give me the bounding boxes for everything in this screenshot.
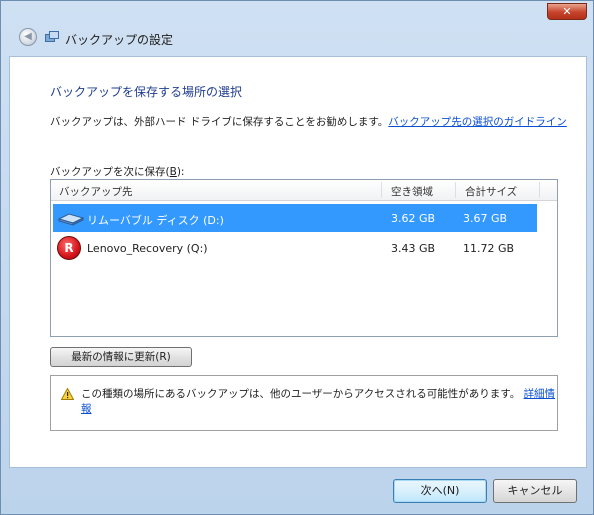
recovery-drive-icon: R xyxy=(57,236,81,260)
close-button[interactable]: ✕ xyxy=(547,3,587,20)
row-name: Lenovo_Recovery (Q:) xyxy=(87,242,208,255)
row-total-size: 3.67 GB xyxy=(463,212,508,225)
row-total-size: 11.72 GB xyxy=(463,242,515,255)
intro-text: バックアップは、外部ハード ドライブに保存することをお勧めします。バックアップ先… xyxy=(50,114,567,129)
destination-list-label: バックアップを次に保存(B): xyxy=(50,164,184,179)
intro-text-body: バックアップは、外部ハード ドライブに保存することをお勧めします。 xyxy=(50,116,389,128)
row-free-space: 3.43 GB xyxy=(391,242,436,255)
list-label-suffix: ): xyxy=(176,166,185,178)
warning-message: この種類の場所にあるバックアップは、他のユーザーからアクセスされる可能性がありま… xyxy=(81,386,557,416)
column-header-total-size[interactable]: 合計サイズ xyxy=(465,184,517,199)
column-header-free-space[interactable]: 空き領域 xyxy=(391,184,433,199)
column-separator xyxy=(381,182,382,198)
list-row-removable-disk[interactable]: リムーバブル ディスク (D:) 3.62 GB 3.67 GB xyxy=(53,204,537,232)
row-name: リムーバブル ディスク (D:) xyxy=(87,214,224,227)
close-icon: ✕ xyxy=(562,5,572,18)
list-header: バックアップ先 空き領域 合計サイズ xyxy=(51,180,557,201)
back-arrow-icon: ◀ xyxy=(24,31,32,42)
destination-list[interactable]: バックアップ先 空き領域 合計サイズ リムーバブル ディスク (D:) 3.62… xyxy=(50,179,558,337)
backup-settings-window: ✕ ◀ バックアップの設定 バックアップを保存する場所の選択 バックアップは、外… xyxy=(0,0,594,515)
back-button[interactable]: ◀ xyxy=(19,28,37,46)
window-title: バックアップの設定 xyxy=(65,33,174,47)
column-header-destination[interactable]: バックアップ先 xyxy=(59,184,133,199)
content-area: バックアップを保存する場所の選択 バックアップは、外部ハード ドライブに保存する… xyxy=(9,56,587,468)
cancel-button[interactable]: キャンセル xyxy=(493,479,577,503)
column-separator xyxy=(455,182,456,198)
list-row-recovery[interactable]: R Lenovo_Recovery (Q:) 3.43 GB 11.72 GB xyxy=(53,234,537,262)
guidelines-link[interactable]: バックアップ先の選択のガイドライン xyxy=(388,116,567,128)
page-heading: バックアップを保存する場所の選択 xyxy=(50,85,243,99)
warning-text: この種類の場所にあるバックアップは、他のユーザーからアクセスされる可能性がありま… xyxy=(81,388,521,400)
row-free-space: 3.62 GB xyxy=(391,212,436,225)
list-label-prefix: バックアップを次に保存( xyxy=(50,166,170,178)
refresh-button[interactable]: 最新の情報に更新(R) xyxy=(50,347,192,367)
next-button[interactable]: 次へ(N) xyxy=(393,479,487,503)
removable-disk-icon xyxy=(57,213,85,226)
column-separator xyxy=(539,182,540,198)
title-bar: ◀ バックアップの設定 xyxy=(1,23,593,53)
list-label-accelerator: B xyxy=(169,166,177,178)
warning-icon xyxy=(61,388,74,400)
warning-panel: この種類の場所にあるバックアップは、他のユーザーからアクセスされる可能性がありま… xyxy=(50,375,558,431)
backup-app-icon xyxy=(45,31,59,42)
